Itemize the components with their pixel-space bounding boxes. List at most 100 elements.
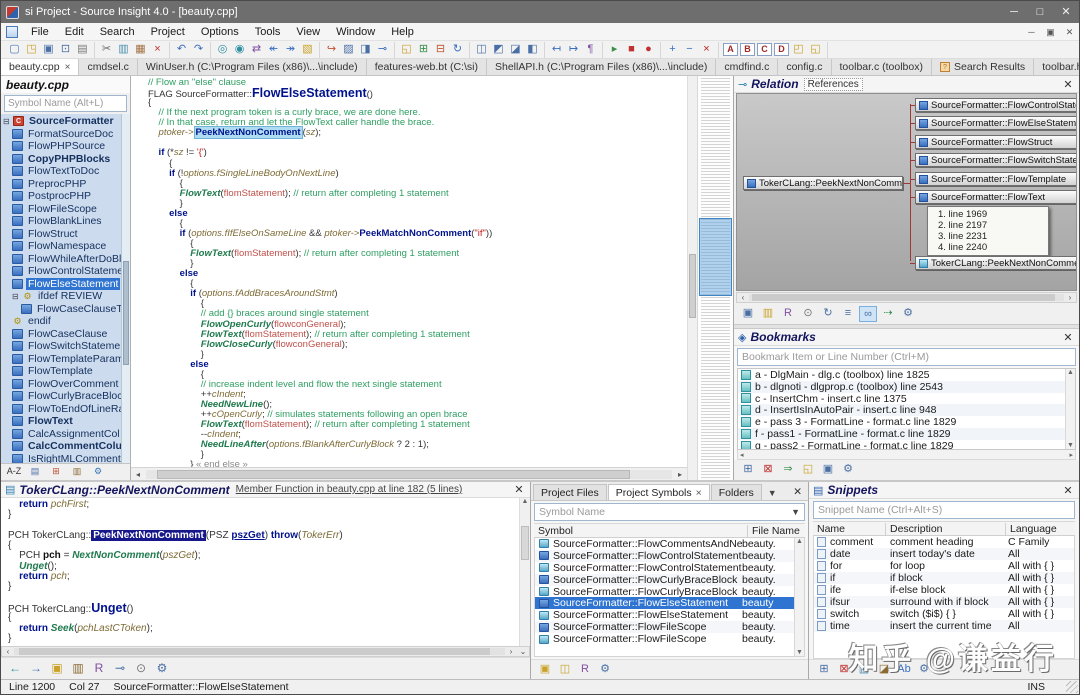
relation-canvas[interactable]: SourceFormatter::FlowControlStatementSou… — [736, 93, 1077, 291]
minimap-viewport[interactable] — [699, 218, 732, 296]
snippet-row-time[interactable]: timeinsert the current timeAll — [814, 620, 1074, 632]
snippet-row-comment[interactable]: commentcomment headingC Family — [814, 536, 1074, 548]
menu-project[interactable]: Project — [143, 26, 193, 38]
tab-config-c[interactable]: config.c — [778, 59, 831, 75]
scroll-up-icon[interactable]: ▲ — [795, 538, 804, 545]
refresh-icon[interactable]: ↻ — [819, 306, 837, 322]
tab-cmdsel-c[interactable]: cmdsel.c — [79, 59, 137, 75]
r-macro-icon[interactable]: R — [90, 661, 108, 677]
condition-c-button[interactable]: C — [757, 43, 772, 56]
print-icon[interactable]: ▤ — [74, 42, 91, 58]
navigate-back-icon[interactable]: ← — [6, 661, 24, 677]
scroll-down-icon[interactable]: ▼ — [795, 649, 804, 656]
menu-help[interactable]: Help — [383, 26, 422, 38]
tree-item-postprocphp[interactable]: PostprocPHP — [1, 190, 121, 203]
column-language[interactable]: Language — [1005, 523, 1075, 535]
scrollbar-thumb[interactable] — [752, 294, 1054, 301]
column-file-name[interactable]: File Name — [747, 525, 805, 537]
menu-tools[interactable]: Tools — [247, 26, 289, 38]
bookmarks-close-icon[interactable]: ✕ — [1061, 331, 1075, 344]
tree-item-flowfilescope[interactable]: FlowFileScope — [1, 203, 121, 216]
relation-icon[interactable]: ⊸ — [111, 661, 129, 677]
bookmark-item-b-dlgnoti[interactable]: b - dlgnoti - dlgprop.c (toolbox) line 2… — [738, 381, 1065, 393]
tab-project-files[interactable]: Project Files — [533, 484, 607, 500]
save-bookmarks-icon[interactable]: ▣ — [819, 462, 837, 478]
occurrence-item[interactable]: 4. line 2240 — [938, 242, 1042, 253]
snippet-row-switch[interactable]: switchswitch ($i$) { }All with { } — [814, 608, 1074, 620]
menu-window[interactable]: Window — [328, 26, 383, 38]
symbol-tree-scrollbar[interactable] — [121, 114, 130, 463]
context-code[interactable]: return pchFirst;} PCH TokerCLang::PeekNe… — [1, 498, 519, 646]
scroll-right-icon[interactable]: › — [1064, 293, 1076, 302]
view-clip-icon[interactable]: ◪ — [507, 42, 524, 58]
child-minimize-button[interactable]: ─ — [1022, 24, 1041, 40]
tree-item-flowcaseclauset[interactable]: FlowCaseClauseT — [1, 303, 121, 316]
context-vscrollbar[interactable]: ▲ — [519, 498, 530, 646]
occurrence-item[interactable]: 1. line 1969 — [938, 209, 1042, 220]
scroll-right-icon[interactable]: ▸ — [673, 470, 687, 479]
symbol-row-flowcontrolstatement[interactable]: SourceFormatter::FlowControlStatementbea… — [535, 550, 794, 562]
relation-hscrollbar[interactable]: ‹ › — [736, 292, 1077, 303]
relation-node-sourceformatter-flowtemplate[interactable]: SourceFormatter::FlowTemplate — [915, 172, 1077, 186]
edit-snippet-icon[interactable]: ◪ — [875, 662, 893, 678]
tab-shellapi-h-c-program-files-x86-include[interactable]: ShellAPI.h (C:\Program Files (x86)\...\i… — [487, 59, 716, 75]
file-open-icon[interactable]: ◳ — [23, 42, 40, 58]
tree-item-sourceformatter[interactable]: ⊟CSourceFormatter — [1, 115, 121, 128]
parse-folder-1-icon[interactable]: ◰ — [790, 42, 807, 58]
book-icon[interactable]: ▥ — [69, 661, 87, 677]
tree-item-flowswitchstateme[interactable]: FlowSwitchStateme — [1, 340, 121, 353]
replace-icon[interactable]: ⇄ — [248, 42, 265, 58]
relation-close-icon[interactable]: ✕ — [1061, 78, 1075, 91]
chevron-down-icon[interactable]: ▼ — [791, 507, 800, 517]
symbol-row-flowelsestatement[interactable]: SourceFormatter::FlowElseStatementbeauty — [535, 597, 794, 609]
group-view-icon[interactable]: ⊞ — [47, 464, 65, 480]
symbols-vscrollbar[interactable]: ▲▼ — [794, 538, 804, 656]
tree-item-preprocphp[interactable]: PreprocPHP — [1, 178, 121, 191]
relation-node-sourceformatter-flowelsestatement[interactable]: SourceFormatter::FlowElseStatement — [915, 116, 1077, 130]
goto-bookmark-icon[interactable]: ⇒ — [779, 462, 797, 478]
snippet-row-ife[interactable]: ifeif-else blockAll with { } — [814, 584, 1074, 596]
collapse-icon[interactable]: ⊟ — [12, 292, 21, 301]
scroll-track[interactable] — [146, 470, 672, 479]
list-view-icon[interactable]: ▤ — [26, 464, 44, 480]
tree-item-calccommentcolum[interactable]: CalcCommentColum — [1, 440, 121, 453]
navigate-forward-icon[interactable]: → — [27, 661, 45, 677]
bookmark-item-c-insertch[interactable]: c - InsertChm - insert.c line 1375 — [738, 393, 1065, 405]
save-icon[interactable]: ▣ — [48, 661, 66, 677]
tab-toolbar-c-toolbox[interactable]: toolbar.c (toolbox) — [832, 59, 932, 75]
bookmark-item-g-pass2[interactable]: g - pass2 - FormatLine - format.c line 1… — [738, 440, 1065, 449]
occurrence-item[interactable]: 3. line 2231 — [938, 231, 1042, 242]
relation-node-sourceformatter-flowtext[interactable]: SourceFormatter::FlowText — [915, 190, 1077, 204]
relation-node-sourceformatter-flowswitchstatement[interactable]: SourceFormatter::FlowSwitchStatement — [915, 153, 1077, 167]
occurrence-item[interactable]: 2. line 2197 — [938, 220, 1042, 231]
tree-item-endif[interactable]: ⚙endif — [1, 315, 121, 328]
minimize-button[interactable]: ─ — [1001, 1, 1027, 23]
project-remove-file-icon[interactable]: ⊟ — [432, 42, 449, 58]
column-description[interactable]: Description — [885, 523, 1005, 535]
tree-item-flowwhileafterdobl[interactable]: FlowWhileAfterDoBl — [1, 253, 121, 266]
redo-icon[interactable]: ↷ — [190, 42, 207, 58]
bookmark-item-f-pass1[interactable]: f - pass1 - FormatLine - format.c line 1… — [738, 428, 1065, 440]
tab-winuser-h-c-program-files-x86-include[interactable]: WinUser.h (C:\Program Files (x86)\...\in… — [138, 59, 367, 75]
code-editor[interactable]: // Flow an "else" clauseFLAG SourceForma… — [131, 76, 687, 467]
context-close-icon[interactable]: ✕ — [512, 483, 526, 496]
indent-icon[interactable]: ↦ — [565, 42, 582, 58]
remove-line-icon[interactable]: − — [681, 42, 698, 58]
menu-edit[interactable]: Edit — [57, 26, 92, 38]
outdent-icon[interactable]: ↤ — [548, 42, 565, 58]
editor-minimap[interactable] — [697, 76, 733, 480]
tree-item-flowphpsource[interactable]: FlowPHPSource — [1, 140, 121, 153]
tree-item-flowblanklines[interactable]: FlowBlankLines — [1, 215, 121, 228]
tree-item-flowovercomment[interactable]: FlowOverComment — [1, 378, 121, 391]
tree-item-flowtexttodoc[interactable]: FlowTextToDoc — [1, 165, 121, 178]
goto-definition-icon[interactable]: ↪ — [323, 42, 340, 58]
scrollbar-thumb[interactable] — [123, 261, 129, 366]
undo-icon[interactable]: ↶ — [173, 42, 190, 58]
tab-search-results[interactable]: ?Search Results — [932, 59, 1034, 75]
project-sync-icon[interactable]: ↻ — [449, 42, 466, 58]
close-button[interactable]: ✕ — [1053, 1, 1079, 23]
tree-item-flowtemplateparam[interactable]: FlowTemplateParam — [1, 353, 121, 366]
tree-item-isrightmlcomment[interactable]: IsRightMLComment — [1, 453, 121, 464]
symbol-list-icon[interactable]: ▨ — [340, 42, 357, 58]
bookmark-item-d-insertis[interactable]: d - InsertIsInAutoPair - insert.c line 9… — [738, 404, 1065, 416]
